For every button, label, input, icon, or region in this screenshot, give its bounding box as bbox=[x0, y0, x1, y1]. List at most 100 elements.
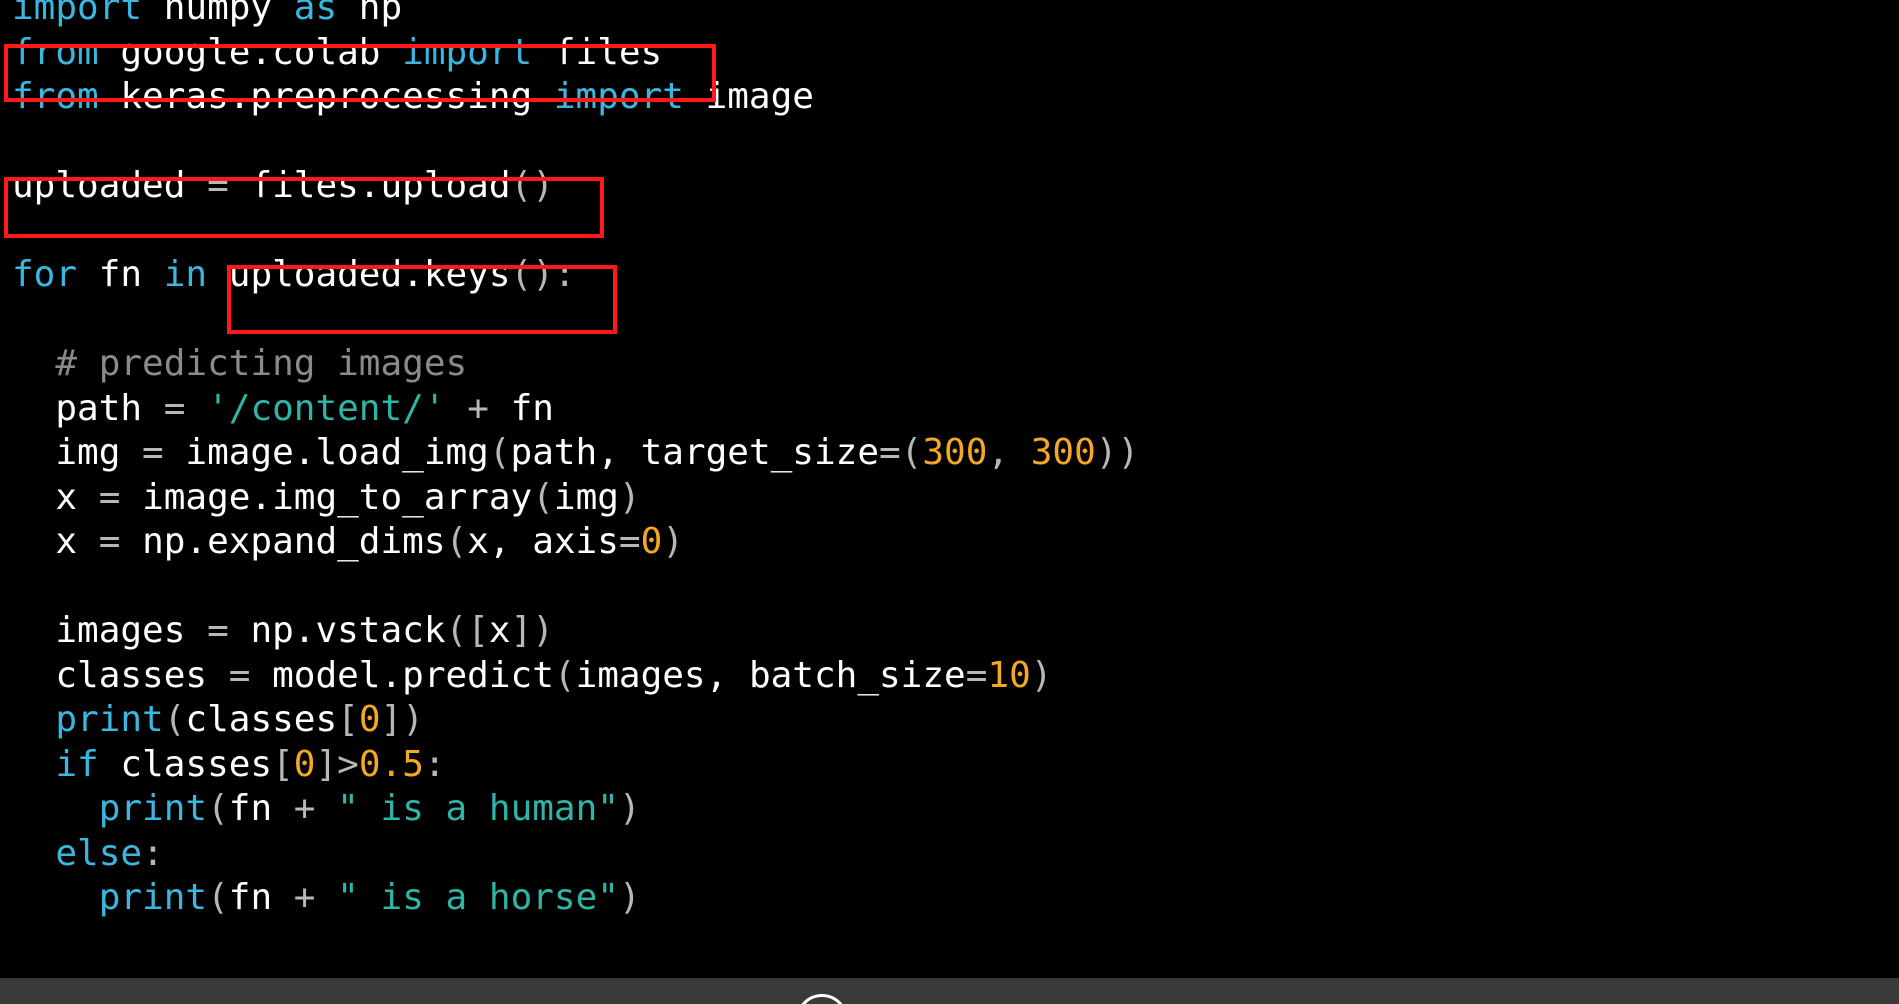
code-line: # predicting images bbox=[12, 342, 1139, 387]
code-token: = bbox=[618, 521, 641, 562]
code-token: ) bbox=[1030, 654, 1053, 696]
code-token: 300 bbox=[1030, 432, 1096, 473]
code-token: ) bbox=[662, 521, 684, 562]
code-token: (): bbox=[510, 254, 576, 295]
code-token: () bbox=[510, 165, 554, 206]
code-token: 300 bbox=[922, 432, 988, 473]
code-line: uploaded = files.upload() bbox=[12, 164, 1139, 209]
code-token: path, target_size bbox=[510, 432, 879, 473]
code-token: ( bbox=[488, 432, 511, 473]
code-token: fn bbox=[228, 788, 294, 829]
code-token: image.load_img bbox=[163, 432, 489, 473]
code-token: = bbox=[207, 610, 229, 651]
code-line: print(fn + " is a human") bbox=[12, 787, 1139, 832]
code-token: fn bbox=[228, 877, 294, 918]
code-token: files bbox=[532, 31, 663, 73]
code-token: + bbox=[293, 877, 316, 918]
code-token: 10 bbox=[987, 654, 1031, 696]
code-block: import numpy as np from google.colab impo… bbox=[12, 0, 1139, 921]
code-token: 0 bbox=[358, 699, 381, 740]
code-token: uploaded bbox=[12, 165, 208, 206]
code-line: print(classes[0]) bbox=[12, 698, 1139, 743]
code-token: img bbox=[12, 432, 143, 473]
code-token: ) bbox=[618, 476, 641, 518]
code-line: images = np.vstack([x]) bbox=[12, 609, 1139, 654]
code-token: ]> bbox=[315, 743, 359, 785]
code-token: import bbox=[402, 31, 533, 73]
code-token: path bbox=[12, 387, 164, 429]
code-token: print bbox=[98, 788, 208, 829]
code-token: # predicting images bbox=[55, 343, 468, 384]
code-token: as bbox=[293, 0, 338, 28]
code-token: = bbox=[228, 654, 251, 696]
code-line: import numpy as np bbox=[12, 0, 1139, 31]
code-token: = bbox=[142, 432, 164, 473]
code-token: + bbox=[467, 387, 489, 429]
code-token: ]) bbox=[510, 610, 554, 651]
code-token: in bbox=[163, 254, 208, 295]
code-token: fn bbox=[488, 387, 554, 429]
code-token: ( bbox=[532, 476, 554, 518]
code-token: = bbox=[965, 654, 988, 696]
code-token: = bbox=[163, 387, 186, 429]
code-token: from bbox=[12, 76, 99, 117]
code-line: x = image.img_to_array(img) bbox=[12, 476, 1139, 521]
code-token: =( bbox=[879, 432, 923, 473]
code-token: image bbox=[683, 76, 814, 117]
code-line: from google.colab import files bbox=[12, 31, 1139, 76]
code-screen: import numpy as np from google.colab impo… bbox=[0, 0, 1899, 1004]
code-token: classes bbox=[185, 699, 338, 740]
code-token: classes bbox=[12, 654, 229, 696]
code-token: x bbox=[12, 476, 99, 518]
bottom-bar bbox=[0, 978, 1899, 1004]
code-token: " is a human" bbox=[337, 788, 619, 829]
code-line: for fn in uploaded.keys(): bbox=[12, 253, 1139, 298]
code-token: x, axis bbox=[467, 521, 619, 562]
code-token: print bbox=[55, 699, 164, 740]
code-token: images bbox=[12, 610, 208, 651]
code-token: image.img_to_array bbox=[120, 476, 533, 518]
code-token: classes bbox=[98, 743, 273, 785]
code-line: img = image.load_img(path, target_size=(… bbox=[12, 431, 1139, 476]
code-line: if classes[0]>0.5: bbox=[12, 743, 1139, 788]
code-token: ) bbox=[618, 788, 641, 829]
code-token: np.vstack bbox=[228, 610, 446, 651]
code-token: ( bbox=[163, 699, 186, 740]
code-line: from keras.preprocessing import image bbox=[12, 75, 1139, 120]
code-token: + bbox=[293, 788, 316, 829]
code-token: [ bbox=[272, 743, 294, 785]
code-token: files.upload bbox=[228, 165, 511, 206]
code-token: ]) bbox=[380, 699, 424, 740]
code-token: keras.preprocessing bbox=[98, 76, 554, 117]
code-line: path = '/content/' + fn bbox=[12, 387, 1139, 432]
code-token: model.predict bbox=[250, 654, 554, 696]
code-token: ( bbox=[207, 788, 229, 829]
code-token: ( bbox=[207, 877, 229, 918]
code-token: np.expand_dims bbox=[120, 521, 446, 562]
code-token: google.colab bbox=[98, 31, 403, 73]
code-token: print bbox=[98, 877, 208, 918]
code-token: numpy bbox=[142, 0, 294, 28]
code-token: '/content/' bbox=[207, 387, 446, 429]
code-token: 0 bbox=[293, 743, 316, 785]
code-token: fn bbox=[77, 254, 164, 295]
code-line: classes = model.predict(images, batch_si… bbox=[12, 654, 1139, 699]
code-token: )) bbox=[1095, 432, 1140, 473]
code-token: 0 bbox=[640, 521, 663, 562]
code-token: for bbox=[12, 254, 78, 295]
code-token: = bbox=[207, 165, 229, 206]
code-token: import bbox=[12, 0, 143, 28]
code-token: : bbox=[142, 832, 164, 874]
code-token: 0.5 bbox=[358, 743, 424, 785]
